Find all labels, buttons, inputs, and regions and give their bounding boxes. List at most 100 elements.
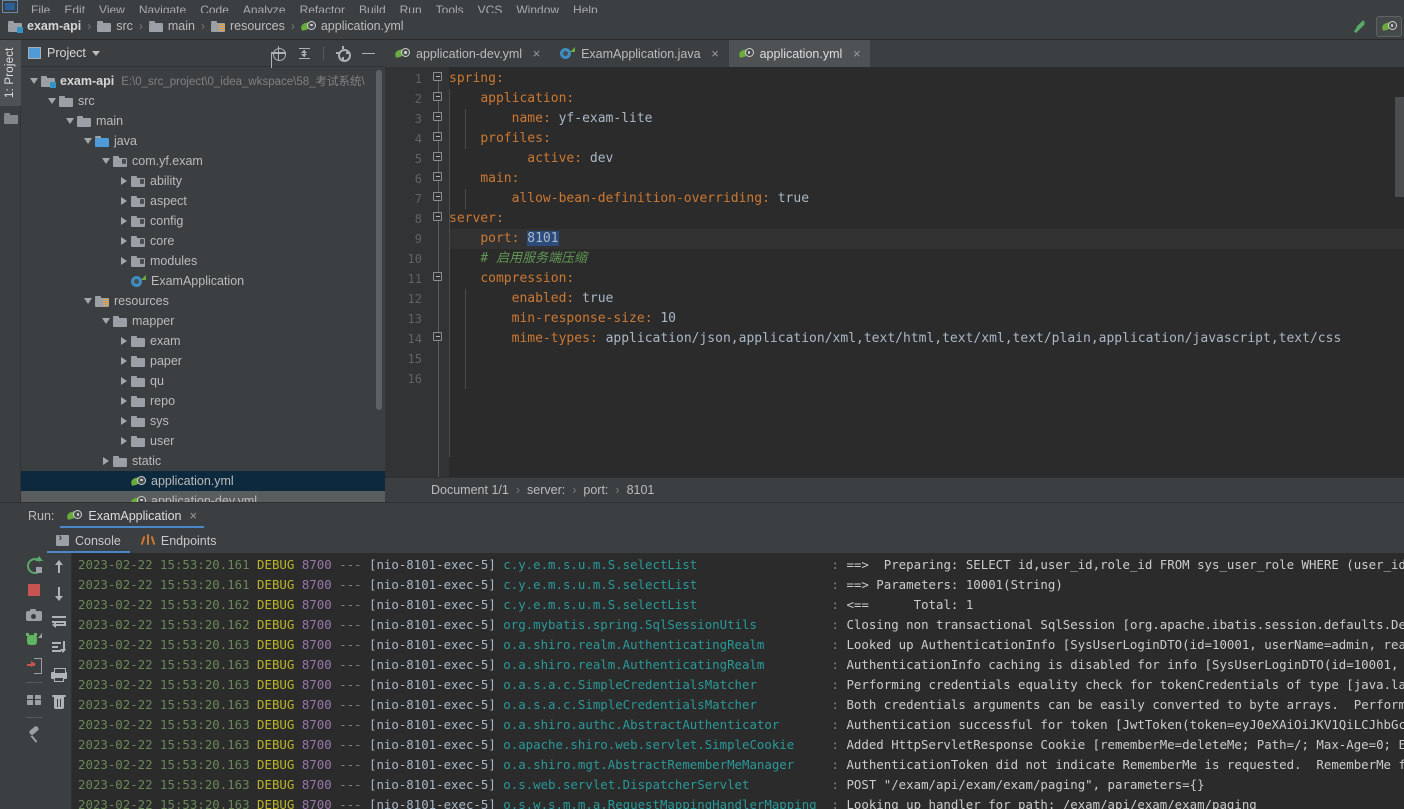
menu-item-edit[interactable]: Edit [57,0,92,13]
project-tree-scrollbar[interactable] [376,70,382,410]
fold-marker[interactable] [433,112,442,121]
chevron-right-icon[interactable] [117,417,131,425]
code-line[interactable]: main: [449,169,1404,189]
hide-icon[interactable] [361,46,376,61]
code-line[interactable]: spring: [449,69,1404,89]
chevron-right-icon[interactable] [99,457,113,465]
fold-marker[interactable] [433,212,442,221]
breadcrumb-item-resources[interactable]: resources [210,13,285,40]
tree-node-java[interactable]: java [21,131,385,151]
chevron-down-icon[interactable] [99,158,113,164]
chevron-right-icon[interactable] [117,377,131,385]
chevron-right-icon[interactable] [117,397,131,405]
gear-icon[interactable] [335,46,351,62]
tree-node-aspect[interactable]: aspect [21,191,385,211]
tree-node-resources[interactable]: resources [21,291,385,311]
tree-node-main[interactable]: main [21,111,385,131]
camera-icon[interactable] [26,607,42,623]
hammer-build-icon[interactable] [1350,17,1370,37]
menu-item-navigate[interactable]: Navigate [132,0,193,13]
code-line[interactable]: compression: [449,269,1404,289]
editor-tab-application-yml[interactable]: application.yml × [728,40,871,67]
rerun-icon[interactable] [26,556,43,574]
status-port-key[interactable]: port: [583,483,608,497]
chevron-right-icon[interactable] [117,357,131,365]
code-line[interactable]: active: dev [449,149,1404,169]
chevron-down-icon[interactable] [45,98,59,104]
enter-icon[interactable] [26,657,42,674]
tree-node-user[interactable]: user [21,431,385,451]
chevron-down-icon[interactable] [81,138,95,144]
code-line[interactable] [449,369,1404,389]
editor-tab-application-dev-yml[interactable]: application-dev.yml × [385,40,550,67]
menu-item-analyze[interactable]: Analyze [236,0,293,13]
chevron-right-icon[interactable] [117,257,131,265]
menu-item-window[interactable]: Window [509,0,566,13]
chevron-down-icon[interactable] [27,78,41,84]
print-icon[interactable] [51,667,67,683]
chevron-down-icon[interactable] [63,118,77,124]
editor-tab-examapplication-java[interactable]: ExamApplication.java × [550,40,729,67]
tree-node-application-dev-yml[interactable]: application-dev.yml [21,491,385,502]
chevron-down-icon[interactable] [91,50,100,56]
chevron-right-icon[interactable] [117,197,131,205]
menu-item-refactor[interactable]: Refactor [293,0,352,13]
fold-marker[interactable] [433,192,442,201]
code-line[interactable]: name: yf-exam-lite [449,109,1404,129]
chevron-right-icon[interactable] [117,217,131,225]
tree-node-core[interactable]: core [21,231,385,251]
code-line[interactable]: application: [449,89,1404,109]
fold-marker[interactable] [433,132,442,141]
status-port-value[interactable]: 8101 [627,483,655,497]
tree-node-application-yml[interactable]: application.yml [21,471,385,491]
tab-endpoints[interactable]: Endpoints [132,528,226,553]
code-folding-column[interactable] [429,67,449,477]
fold-marker[interactable] [433,172,442,181]
menu-item-view[interactable]: View [92,0,132,13]
fold-marker[interactable] [433,72,442,81]
status-server-key[interactable]: server: [527,483,565,497]
tree-node-src[interactable]: src [21,91,385,111]
close-icon[interactable]: × [190,508,198,523]
run-configuration-selector[interactable] [1376,16,1402,37]
soft-wrap-icon[interactable] [51,613,67,629]
menu-item-vcs[interactable]: VCS [471,0,510,13]
chevron-right-icon[interactable] [117,177,131,185]
code-line[interactable]: port: 8101 [449,229,1404,249]
locate-icon[interactable] [271,45,286,61]
code-line[interactable]: min-response-size: 10 [449,309,1404,329]
tree-node-repo[interactable]: repo [21,391,385,411]
tree-node-qu[interactable]: qu [21,371,385,391]
pin-icon[interactable] [26,727,42,743]
close-icon[interactable]: × [531,47,542,60]
sidebar-item-project[interactable]: 1: Project [0,40,21,106]
tree-node-com-yf-exam[interactable]: com.yf.exam [21,151,385,171]
fold-marker[interactable] [433,92,442,101]
menu-item-code[interactable]: Code [193,0,236,13]
debug-bug-icon[interactable] [26,632,42,648]
close-icon[interactable]: × [710,47,721,60]
menu-item-tools[interactable]: Tools [429,0,471,13]
project-tree[interactable]: exam-api E:\0_src_project\0_idea_wkspace\… [21,67,385,502]
tree-node-ability[interactable]: ability [21,171,385,191]
scroll-to-end-icon[interactable] [51,640,67,656]
code-line[interactable]: allow-bean-definition-overriding: true [449,189,1404,209]
breadcrumb-item-exam-api[interactable]: exam-api [8,13,81,40]
clear-all-icon[interactable] [51,694,67,710]
run-config-tab[interactable]: ExamApplication × [60,503,204,528]
fold-marker[interactable] [433,332,442,341]
tree-node-modules[interactable]: modules [21,251,385,271]
scroll-up-icon[interactable] [51,559,67,575]
breadcrumb-item-application-yml[interactable]: application.yml [300,13,404,40]
tree-node-static[interactable]: static [21,451,385,471]
chevron-down-icon[interactable] [81,298,95,304]
scroll-down-icon[interactable] [51,586,67,602]
menu-item-help[interactable]: Help [566,0,605,13]
tree-node-mapper[interactable]: mapper [21,311,385,331]
code-content[interactable]: spring: application: name: yf-exam-lite … [449,67,1404,477]
code-line[interactable]: mime-types: application/json,application… [449,329,1404,349]
tree-node-paper[interactable]: paper [21,351,385,371]
code-line[interactable]: profiles: [449,129,1404,149]
stop-icon[interactable] [26,582,42,598]
fold-marker[interactable] [433,152,442,161]
